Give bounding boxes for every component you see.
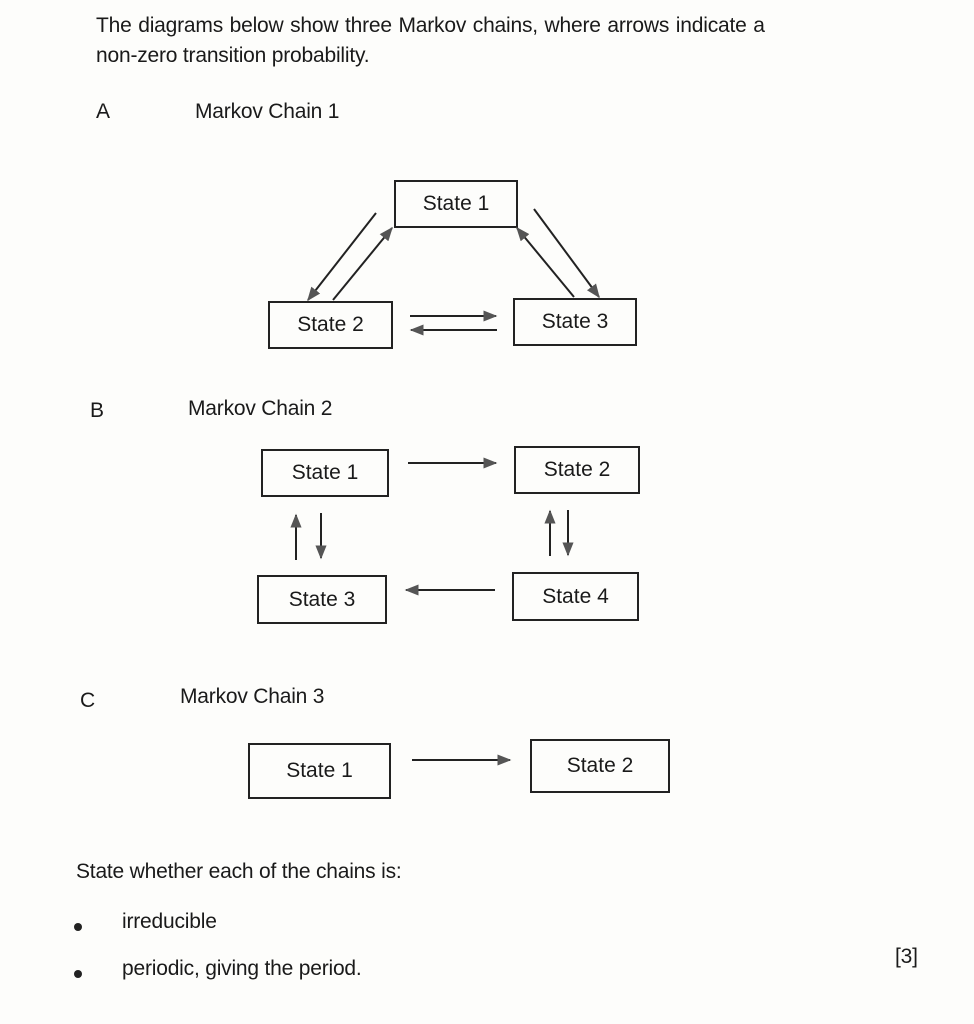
arrow-a-1-to-2 xyxy=(307,212,377,302)
arrow-a-3-to-1 xyxy=(516,226,575,298)
bullet-icon xyxy=(74,923,82,931)
bullet-periodic: periodic, giving the period. xyxy=(122,957,362,980)
bullet-icon xyxy=(74,970,82,978)
arrow-a-1-to-3 xyxy=(533,208,600,299)
marks-label: [3] xyxy=(895,945,918,968)
bullet-irreducible: irreducible xyxy=(122,910,217,933)
question-prompt: State whether each of the chains is: xyxy=(76,860,402,883)
arrow-a-2-to-1 xyxy=(332,226,393,301)
